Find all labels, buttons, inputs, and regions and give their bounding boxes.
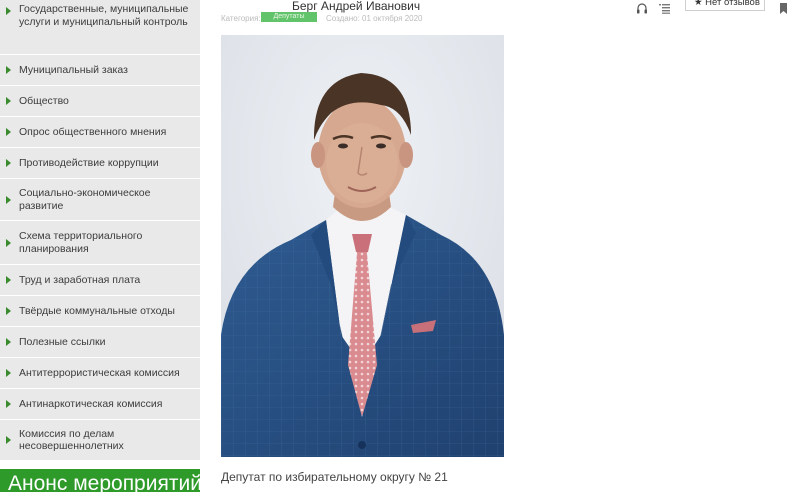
- sidebar-item-municipal-order[interactable]: Муниципальный заказ: [0, 55, 200, 86]
- reviews-label: Нет отзывов: [705, 0, 760, 8]
- announcement-heading[interactable]: Анонс мероприятий: [0, 469, 200, 492]
- star-icon: ★: [694, 0, 703, 8]
- sidebar-item-label: Социально-экономическое развитие: [19, 187, 151, 212]
- sidebar-item-antidrug[interactable]: Антинаркотическая комиссия: [0, 389, 200, 420]
- sidebar-item-label: Муниципальный заказ: [19, 63, 128, 76]
- chevron-right-icon: [6, 128, 11, 136]
- sidebar-item-public-opinion[interactable]: Опрос общественного мнения: [0, 117, 200, 148]
- sidebar-item-useful-links[interactable]: Полезные ссылки: [0, 327, 200, 358]
- chevron-right-icon: [6, 159, 11, 167]
- chevron-right-icon: [6, 369, 11, 377]
- list-icon[interactable]: [659, 1, 671, 14]
- sidebar-item-labor-wages[interactable]: Труд и заработная плата: [0, 265, 200, 296]
- sidebar-item-minors-commission[interactable]: Комиссия по делам несовершеннолетних: [0, 420, 200, 461]
- sidebar-item-label: Твёрдые коммунальные отходы: [19, 304, 175, 317]
- sidebar-item-territorial-planning[interactable]: Схема территориального планирования: [0, 221, 200, 265]
- bookmark-icon[interactable]: [779, 1, 788, 14]
- sidebar-item-gov-services[interactable]: Государственные, муниципальные услуги и …: [0, 0, 200, 55]
- sidebar-item-label: Труд и заработная плата: [19, 273, 141, 286]
- chevron-right-icon: [6, 436, 11, 444]
- sidebar-item-label: Комиссия по делам несовершеннолетних: [19, 427, 124, 453]
- chevron-right-icon: [6, 238, 11, 247]
- sidebar-item-label: Опрос общественного мнения: [19, 125, 167, 138]
- sidebar-item-label: Схема территориального планирования: [19, 230, 143, 255]
- headphones-icon[interactable]: [636, 1, 648, 14]
- reviews-button[interactable]: ★ Нет отзывов: [685, 0, 765, 11]
- chevron-right-icon: [6, 307, 11, 315]
- category-label: Категория:: [221, 14, 261, 23]
- photo-caption: Депутат по избирательному округу № 21: [221, 470, 448, 484]
- sidebar-item-label: Общество: [19, 94, 69, 107]
- chevron-right-icon: [6, 66, 11, 74]
- sidebar-item-label: Полезные ссылки: [19, 335, 106, 348]
- chevron-right-icon: [6, 338, 11, 346]
- sidebar-item-antiterror[interactable]: Антитеррористическая комиссия: [0, 358, 200, 389]
- sidebar-item-label: Противодействие коррупции: [19, 156, 159, 169]
- chevron-right-icon: [6, 97, 11, 105]
- sidebar-item-socio-economic[interactable]: Социально-экономическое развитие: [0, 179, 200, 221]
- sidebar-item-label: Государственные, муниципальные услуги и …: [19, 3, 189, 28]
- chevron-right-icon: [6, 276, 11, 284]
- publish-date: Создано: 01 октября 2020: [326, 14, 423, 23]
- chevron-right-icon: [6, 7, 11, 15]
- sidebar-item-label: Антитеррористическая комиссия: [19, 366, 180, 379]
- sidebar-item-anti-corruption[interactable]: Противодействие коррупции: [0, 148, 200, 179]
- sidebar-menu: Государственные, муниципальные услуги и …: [0, 0, 200, 492]
- category-badge[interactable]: Депутаты: [261, 12, 317, 22]
- sidebar-item-label: Антинаркотическая комиссия: [19, 397, 163, 410]
- chevron-right-icon: [6, 400, 11, 408]
- chevron-right-icon: [6, 195, 11, 204]
- sidebar-item-solid-waste[interactable]: Твёрдые коммунальные отходы: [0, 296, 200, 327]
- sidebar-item-society[interactable]: Общество: [0, 86, 200, 117]
- deputy-photo: [221, 35, 504, 457]
